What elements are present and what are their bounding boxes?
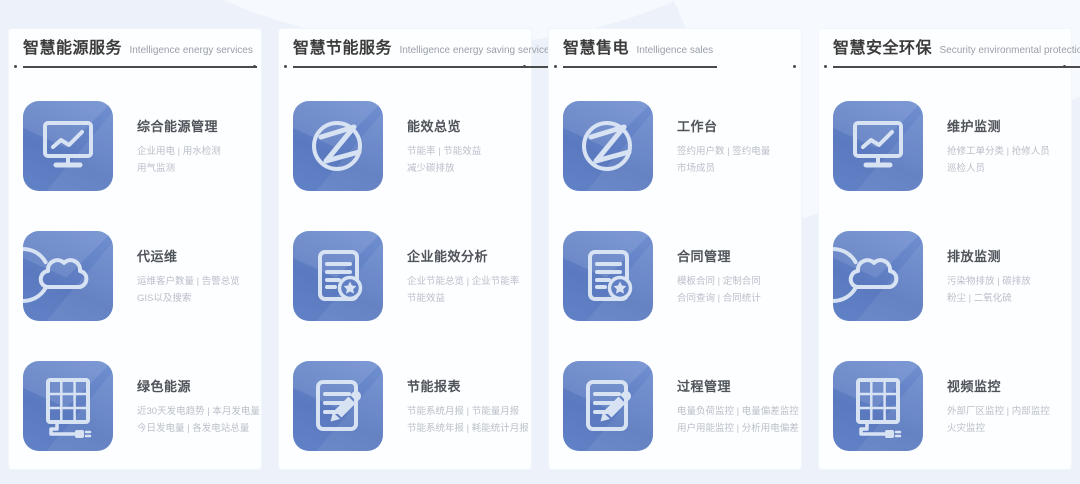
item-title: 企业能效分析 [407,246,519,265]
card-title: 智慧节能服务 [293,40,392,57]
item-subline: 近30天发电趋势 | 本月发电量 [137,403,255,420]
service-item[interactable]: 综合能源管理 企业用电 | 用水检测 用气监测 [23,101,255,191]
card-title: 智慧售电 [563,40,629,57]
header-dot-right [523,65,526,68]
service-item[interactable]: 维护监测 抢修工单分类 | 抢修人员 巡检人员 [833,101,1065,191]
service-item[interactable]: 过程管理 电量负荷监控 | 电量偏差监控 用户用能监控 | 分析用电偏差 [563,361,795,451]
header-dot-right [793,65,796,68]
doc-star-icon [563,231,653,321]
header-dot-left [284,65,287,68]
z-circle-icon [563,101,653,191]
item-subline: 污染物排放 | 碳排放 [947,273,1031,290]
item-title: 代运维 [137,246,240,265]
card-subtitle: Intelligence energy saving services [399,45,554,56]
card-title: 智慧安全环保 [833,40,932,57]
header-dot-right [1063,65,1066,68]
service-card-safety: 智慧安全环保 Security environmental protection… [818,28,1072,470]
service-card-energy-saving: 智慧节能服务 Intelligence energy saving servic… [278,28,532,470]
header-dot-right [253,65,256,68]
item-subline: 合同查询 | 合同统计 [677,290,761,307]
service-item[interactable]: 排放监测 污染物排放 | 碳排放 粉尘 | 二氧化硫 [833,231,1065,321]
item-subline: GIS以及搜索 [137,290,240,307]
service-columns: 智慧能源服务 Intelligence energy services 综合能源… [8,28,1072,470]
item-title: 排放监测 [947,246,1031,265]
service-card-sales: 智慧售电 Intelligence sales 工作台 签约用户数 | 签约电量… [548,28,802,470]
item-subline: 节能效益 [407,290,519,307]
item-subline: 企业用电 | 用水检测 [137,143,221,160]
item-title: 过程管理 [677,376,795,395]
service-item[interactable]: 绿色能源 近30天发电趋势 | 本月发电量 今日发电量 | 各发电站总量 [23,361,255,451]
item-title: 综合能源管理 [137,116,221,135]
service-item[interactable]: 能效总览 节能率 | 节能效益 减少碳排放 [293,101,525,191]
doc-pencil-icon [293,361,383,451]
item-subline: 节能系统年报 | 耗能统计月报 [407,420,525,437]
item-subline: 节能系统月报 | 节能量月报 [407,403,525,420]
service-item[interactable]: 节能报表 节能系统月报 | 节能量月报 节能系统年报 | 耗能统计月报 [293,361,525,451]
item-subline: 模板合同 | 定制合同 [677,273,761,290]
service-item[interactable]: 视频监控 外部厂区监控 | 内部监控 火灾监控 [833,361,1065,451]
card-header: 智慧节能服务 Intelligence energy saving servic… [285,39,525,73]
item-subline: 外部厂区监控 | 内部监控 [947,403,1050,420]
item-subline: 企业节能总览 | 企业节能率 [407,273,519,290]
item-subline: 粉尘 | 二氧化硫 [947,290,1031,307]
service-item[interactable]: 合同管理 模板合同 | 定制合同 合同查询 | 合同统计 [563,231,795,321]
card-subtitle: Security environmental protection [939,45,1080,56]
item-subline: 节能率 | 节能效益 [407,143,481,160]
item-subline: 市场成员 [677,160,770,177]
solar-panel-icon [23,361,113,451]
doc-pencil-icon [563,361,653,451]
service-item[interactable]: 工作台 签约用户数 | 签约电量 市场成员 [563,101,795,191]
item-subline: 今日发电量 | 各发电站总量 [137,420,255,437]
card-subtitle: Intelligence sales [636,45,713,56]
item-subline: 电量负荷监控 | 电量偏差监控 [677,403,795,420]
cloud-circle-icon [23,231,113,321]
item-subline: 用户用能监控 | 分析用电偏差 [677,420,795,437]
solar-panel-icon [833,361,923,451]
item-subline: 运维客户数量 | 告警总览 [137,273,240,290]
cloud-circle-icon [833,231,923,321]
monitor-chart-icon [23,101,113,191]
item-subline: 巡检人员 [947,160,1050,177]
header-dot-left [824,65,827,68]
item-title: 工作台 [677,116,770,135]
header-dot-left [554,65,557,68]
card-header: 智慧安全环保 Security environmental protection [825,39,1065,73]
item-title: 能效总览 [407,116,481,135]
card-title: 智慧能源服务 [23,40,122,57]
card-header: 智慧售电 Intelligence sales [555,39,795,73]
service-item[interactable]: 企业能效分析 企业节能总览 | 企业节能率 节能效益 [293,231,525,321]
header-dot-left [14,65,17,68]
item-title: 视频监控 [947,376,1050,395]
item-title: 绿色能源 [137,376,255,395]
item-title: 节能报表 [407,376,525,395]
item-subline: 签约用户数 | 签约电量 [677,143,770,160]
card-header: 智慧能源服务 Intelligence energy services [15,39,255,73]
item-subline: 用气监测 [137,160,221,177]
service-card-energy: 智慧能源服务 Intelligence energy services 综合能源… [8,28,262,470]
card-subtitle: Intelligence energy services [129,45,252,56]
item-subline: 抢修工单分类 | 抢修人员 [947,143,1050,160]
item-title: 合同管理 [677,246,761,265]
item-subline: 火灾监控 [947,420,1050,437]
monitor-chart-icon [833,101,923,191]
service-item[interactable]: 代运维 运维客户数量 | 告警总览 GIS以及搜索 [23,231,255,321]
item-subline: 减少碳排放 [407,160,481,177]
z-circle-icon [293,101,383,191]
doc-star-icon [293,231,383,321]
item-title: 维护监测 [947,116,1050,135]
